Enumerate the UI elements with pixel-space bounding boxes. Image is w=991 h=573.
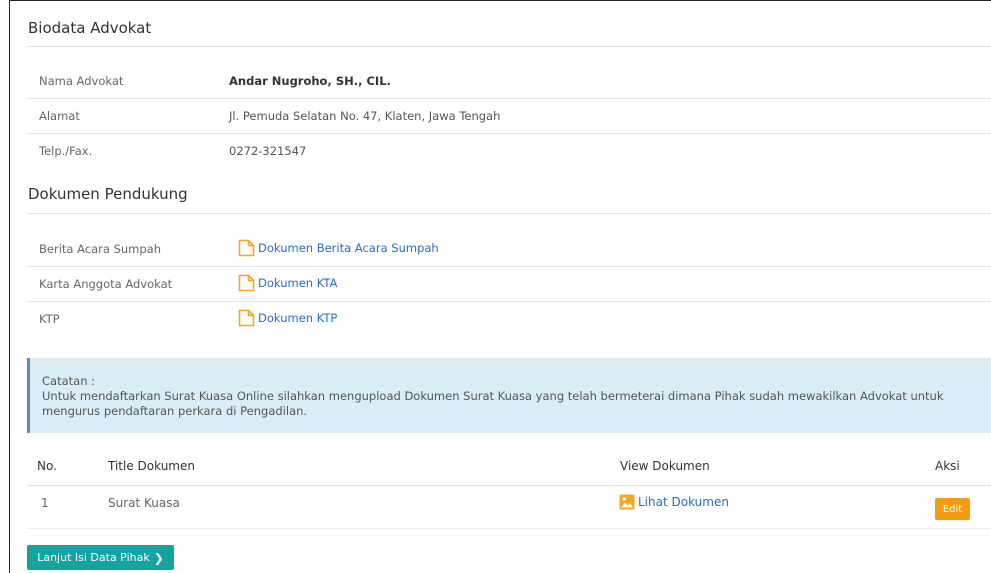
table-header-divider xyxy=(27,485,991,486)
value-alamat: Jl. Pemuda Selatan No. 47, Klaten, Jawa … xyxy=(229,109,501,123)
chevron-right-icon: ❯ xyxy=(153,550,164,565)
note-title: Catatan : xyxy=(42,374,96,388)
label-telp: Telp./Fax. xyxy=(39,144,93,158)
biodata-row-telp: Telp./Fax. 0272-321547 xyxy=(27,134,991,168)
image-file-icon xyxy=(619,494,635,510)
value-telp: 0272-321547 xyxy=(229,144,307,158)
col-header-no: No. xyxy=(37,459,57,473)
table-row-divider xyxy=(27,528,991,529)
label-bas: Berita Acara Sumpah xyxy=(39,242,161,256)
dokumen-row-kta: Karta Anggota Advokat Dokumen KTA xyxy=(27,267,991,302)
link-dokumen-bas[interactable]: Dokumen Berita Acara Sumpah xyxy=(238,239,439,257)
value-nama: Andar Nugroho, SH., CIL. xyxy=(229,74,391,88)
label-alamat: Alamat xyxy=(39,109,80,123)
biodata-row-alamat: Alamat Jl. Pemuda Selatan No. 47, Klaten… xyxy=(27,99,991,134)
col-header-title: Title Dokumen xyxy=(108,459,195,473)
dokumen-row-ktp: KTP Dokumen KTP xyxy=(27,302,991,336)
link-dokumen-ktp[interactable]: Dokumen KTP xyxy=(238,309,337,327)
view-document-link[interactable]: Lihat Dokumen xyxy=(619,494,729,510)
next-step-button[interactable]: Lanjut Isi Data Pihak ❯ xyxy=(27,545,174,570)
label-kta: Karta Anggota Advokat xyxy=(39,277,173,291)
edit-button[interactable]: Edit xyxy=(935,498,970,520)
biodata-title: Biodata Advokat xyxy=(28,19,152,37)
dokumen-row-bas: Berita Acara Sumpah Dokumen Berita Acara… xyxy=(27,232,991,267)
next-button-label: Lanjut Isi Data Pihak xyxy=(37,551,150,564)
view-label: Lihat Dokumen xyxy=(638,495,729,509)
dokumen-title: Dokumen Pendukung xyxy=(28,185,188,203)
file-icon xyxy=(238,309,255,327)
divider xyxy=(27,213,991,214)
link-label: Dokumen Berita Acara Sumpah xyxy=(258,241,439,255)
divider xyxy=(27,46,991,47)
label-ktp: KTP xyxy=(39,312,60,326)
file-icon xyxy=(238,239,255,257)
cell-no: 1 xyxy=(41,496,49,510)
content-panel: Biodata Advokat Nama Advokat Andar Nugro… xyxy=(9,0,991,573)
link-dokumen-kta[interactable]: Dokumen KTA xyxy=(238,274,337,292)
file-icon xyxy=(238,274,255,292)
note-callout: Catatan : Untuk mendaftarkan Surat Kuasa… xyxy=(27,358,991,433)
col-header-aksi: Aksi xyxy=(935,459,960,473)
link-label: Dokumen KTA xyxy=(258,276,338,290)
biodata-row-nama: Nama Advokat Andar Nugroho, SH., CIL. xyxy=(27,64,991,99)
col-header-view: View Dokumen xyxy=(620,459,710,473)
note-text: Untuk mendaftarkan Surat Kuasa Online si… xyxy=(42,389,944,418)
link-label: Dokumen KTP xyxy=(258,311,338,325)
cell-title: Surat Kuasa xyxy=(108,496,180,510)
label-nama: Nama Advokat xyxy=(39,74,124,88)
